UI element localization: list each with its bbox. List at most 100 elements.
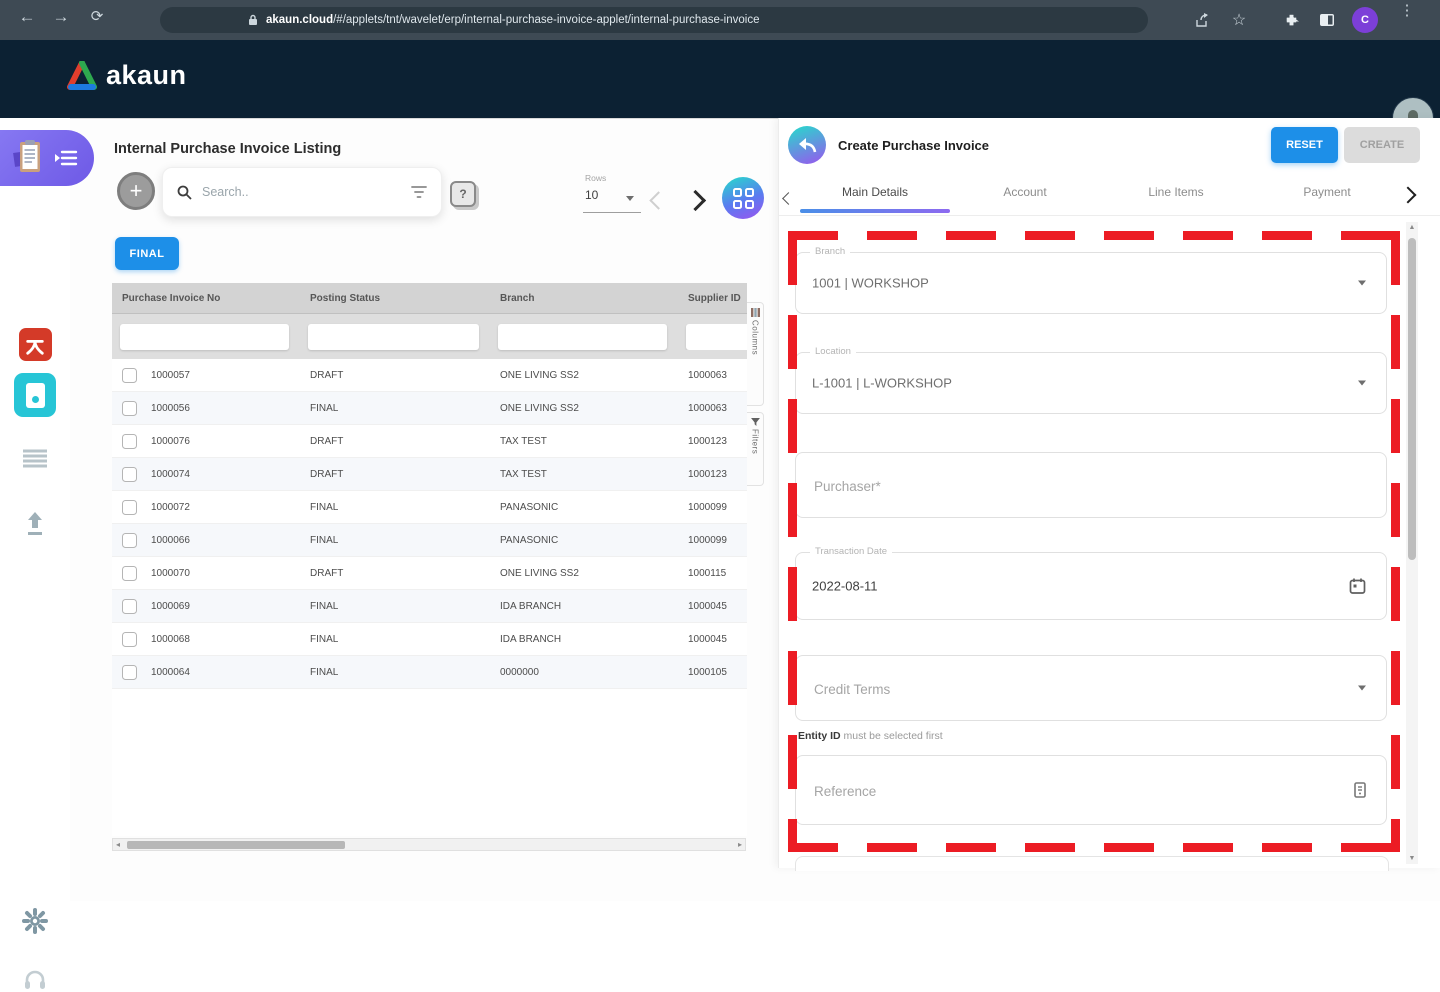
table-row[interactable]: 1000069 FINAL IDA BRANCH 1000045 (112, 590, 747, 623)
sidebar-item-pdf[interactable] (0, 328, 70, 361)
table-row[interactable]: 1000064 FINAL 0000000 1000105 (112, 656, 747, 689)
table-row[interactable]: 1000072 FINAL PANASONIC 1000099 (112, 491, 747, 524)
document-app-icon (14, 373, 56, 417)
tabs-scroll-left-icon[interactable] (782, 190, 795, 208)
reference-field[interactable] (795, 755, 1387, 826)
tabs-scroll-right-icon[interactable] (1399, 186, 1417, 206)
credit-terms-input[interactable] (812, 656, 1288, 722)
final-filter-button[interactable]: FINAL (115, 237, 179, 270)
tab-line-items[interactable]: Line Items (1100, 185, 1252, 199)
table-row[interactable]: 1000074 DRAFT TAX TEST 1000123 (112, 458, 747, 491)
add-invoice-button[interactable]: + (117, 172, 155, 210)
reference-list-icon (1354, 782, 1366, 798)
create-button[interactable]: CREATE (1344, 127, 1420, 163)
table-row[interactable]: 1000056 FINAL ONE LIVING SS2 1000063 (112, 392, 747, 425)
calendar-icon[interactable] (1349, 578, 1366, 595)
sidebar-item-document[interactable] (0, 373, 70, 417)
filter-funnel-icon[interactable] (411, 185, 427, 199)
next-field-partial (795, 856, 1389, 871)
column-header[interactable]: Branch (490, 293, 678, 304)
search-icon (177, 185, 192, 200)
sidebar-item-support[interactable] (0, 968, 70, 992)
back-button[interactable] (788, 126, 826, 164)
column-header[interactable]: Supplier ID (678, 293, 747, 304)
row-checkbox[interactable] (122, 664, 137, 680)
scroll-down-icon[interactable]: ▼ (1406, 855, 1418, 862)
extensions-icon[interactable] (1280, 9, 1302, 31)
row-checkbox[interactable] (122, 532, 137, 548)
table-horizontal-scrollbar[interactable]: ◂ ▸ (112, 838, 746, 851)
filters-side-tab[interactable]: Filters (747, 412, 764, 486)
rows-per-page-label: Rows (585, 173, 607, 183)
sidebar-item-upload[interactable] (0, 510, 70, 536)
credit-terms-select[interactable] (795, 655, 1387, 722)
filter-input-posting-status[interactable] (308, 323, 480, 350)
filter-input-branch[interactable] (498, 323, 668, 350)
location-select[interactable]: Location L-1001 | L-WORKSHOP (795, 346, 1387, 414)
share-icon[interactable] (1192, 9, 1214, 31)
location-caret-icon[interactable] (1358, 380, 1366, 386)
tabs-divider (779, 215, 1440, 216)
filter-input-supplier-id[interactable] (686, 323, 747, 350)
table-row[interactable]: 1000068 FINAL IDA BRANCH 1000045 (112, 623, 747, 656)
shortcut-help-icon[interactable]: ? (450, 181, 476, 207)
panel-scrollbar-thumb[interactable] (1408, 238, 1416, 560)
bookmark-star-icon[interactable]: ☆ (1228, 9, 1250, 31)
columns-side-tab[interactable]: Columns (747, 302, 764, 406)
reference-input[interactable] (812, 756, 1288, 826)
branch-select[interactable]: Branch 1001 | WORKSHOP (795, 246, 1387, 314)
search-box (162, 167, 442, 217)
browser-reload-icon[interactable]: ⟳ (84, 7, 110, 25)
table-row[interactable]: 1000070 DRAFT ONE LIVING SS2 1000115 (112, 557, 747, 590)
browser-back-icon[interactable]: ← (14, 7, 40, 27)
url-bar[interactable]: akaun.cloud/#/applets/tnt/wavelet/erp/in… (160, 7, 1148, 33)
side-panel-icon[interactable] (1316, 9, 1338, 31)
purchaser-field[interactable] (795, 452, 1387, 519)
apps-grid-button[interactable] (722, 177, 764, 219)
scroll-left-icon[interactable]: ◂ (116, 840, 120, 849)
tab-account[interactable]: Account (950, 185, 1100, 199)
tab-main-details[interactable]: Main Details (800, 185, 950, 199)
browser-menu-icon[interactable]: ⋮ (1398, 3, 1416, 18)
branch-caret-icon[interactable] (1358, 280, 1366, 286)
browser-profile-avatar[interactable]: C (1352, 7, 1378, 33)
playlist-menu-icon (55, 150, 78, 166)
table-row[interactable]: 1000057 DRAFT ONE LIVING SS2 1000063 (112, 359, 747, 392)
row-checkbox[interactable] (122, 433, 137, 449)
panel-scrollbar[interactable]: ▲ ▼ (1406, 222, 1418, 864)
row-checkbox[interactable] (122, 598, 137, 614)
credit-terms-caret-icon[interactable] (1358, 685, 1366, 691)
row-checkbox[interactable] (122, 466, 137, 482)
next-page-icon[interactable] (684, 189, 707, 213)
sidebar-item-active-applet[interactable] (0, 130, 94, 186)
row-checkbox[interactable] (122, 400, 137, 416)
purchaser-input[interactable] (812, 453, 1288, 519)
rows-caret-icon[interactable] (626, 196, 634, 201)
row-checkbox[interactable] (122, 565, 137, 581)
row-checkbox[interactable] (122, 631, 137, 647)
table-row[interactable]: 1000066 FINAL PANASONIC 1000099 (112, 524, 747, 557)
row-checkbox[interactable] (122, 367, 137, 383)
row-checkbox[interactable] (122, 499, 137, 515)
sidebar-item-list[interactable] (0, 448, 70, 468)
browser-forward-icon[interactable]: → (48, 7, 74, 27)
search-input[interactable] (200, 184, 411, 200)
filters-tab-label: Filters (750, 429, 760, 455)
brand-logo[interactable]: akaun (66, 60, 187, 91)
filter-input-invoice-no[interactable] (120, 323, 290, 350)
column-header[interactable]: Purchase Invoice No (112, 293, 300, 304)
reset-button[interactable]: RESET (1271, 127, 1338, 163)
table-row[interactable]: 1000076 DRAFT TAX TEST 1000123 (112, 425, 747, 458)
column-header[interactable]: Posting Status (300, 293, 490, 304)
table-filter-row (112, 314, 747, 359)
scroll-right-icon[interactable]: ▸ (738, 840, 742, 849)
transaction-date-field[interactable]: Transaction Date 2022-08-11 (795, 546, 1387, 620)
sidebar (0, 118, 94, 989)
prev-page-icon[interactable] (649, 191, 668, 212)
list-icon (23, 449, 47, 468)
sidebar-item-settings[interactable] (0, 908, 70, 934)
rows-per-page-value[interactable]: 10 (585, 188, 598, 202)
tab-payment[interactable]: Payment (1252, 185, 1402, 199)
scrollbar-thumb[interactable] (127, 841, 345, 849)
scroll-up-icon[interactable]: ▲ (1406, 224, 1418, 231)
